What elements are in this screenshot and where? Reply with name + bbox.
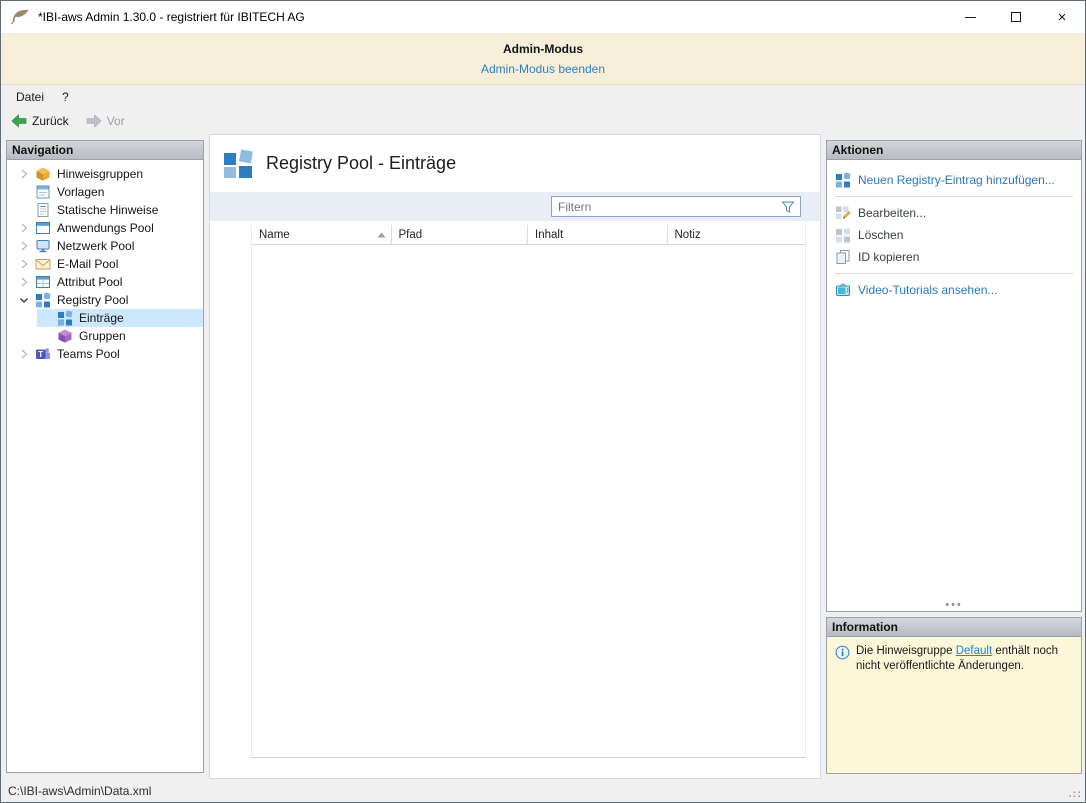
chevron-right-icon[interactable] xyxy=(16,238,32,254)
forward-arrow-icon xyxy=(86,113,102,129)
application-icon xyxy=(35,220,51,236)
status-bar: C:\IBI-aws\Admin\Data.xml .:: xyxy=(1,780,1085,802)
table-body-empty[interactable] xyxy=(252,245,805,757)
information-message: Die Hinweisgruppe Default enthält noch n… xyxy=(827,637,1081,773)
data-file-path: C:\IBI-aws\Admin\Data.xml xyxy=(8,784,151,798)
back-arrow-icon xyxy=(11,113,27,129)
delete-icon xyxy=(835,227,851,243)
information-header: Information xyxy=(827,618,1081,637)
nav-item-netzwerk-pool[interactable]: Netzwerk Pool xyxy=(7,237,203,255)
forward-button[interactable]: Vor xyxy=(81,111,130,131)
nav-item-gruppen[interactable]: Gruppen xyxy=(7,327,203,345)
menu-bar: Datei ? xyxy=(1,85,1085,108)
admin-mode-banner: Admin-Modus Admin-Modus beenden xyxy=(1,33,1085,85)
nav-item-registry-pool[interactable]: Registry Pool xyxy=(7,291,203,309)
sort-ascending-icon xyxy=(377,232,386,238)
column-header-name[interactable]: Name xyxy=(252,225,392,244)
nav-item-statische-hinweise[interactable]: Statische Hinweise xyxy=(7,201,203,219)
content-area: Navigation Hinweisgruppen Vorlagen Stati… xyxy=(1,133,1085,780)
chevron-right-icon[interactable] xyxy=(16,220,32,236)
admin-mode-exit-link[interactable]: Admin-Modus beenden xyxy=(481,62,605,76)
menu-help[interactable]: ? xyxy=(53,87,78,107)
add-registry-entry-icon xyxy=(835,172,851,188)
edit-action[interactable]: Bearbeiten... xyxy=(827,202,1081,224)
email-icon xyxy=(35,256,51,272)
filter-box xyxy=(551,196,801,217)
main-panel: Registry Pool - Einträge Name Pfad xyxy=(209,134,821,779)
svg-text:T: T xyxy=(38,350,43,359)
templates-icon xyxy=(35,184,51,200)
copy-id-action[interactable]: ID kopieren xyxy=(827,246,1081,268)
actions-separator xyxy=(835,273,1073,274)
nav-item-anwendungs-pool[interactable]: Anwendungs Pool xyxy=(7,219,203,237)
chevron-right-icon[interactable] xyxy=(16,256,32,272)
nav-item-teams-pool[interactable]: T Teams Pool xyxy=(7,345,203,363)
hint-groups-icon xyxy=(35,166,51,182)
registry-icon xyxy=(57,310,73,326)
nav-item-vorlagen[interactable]: Vorlagen xyxy=(7,183,203,201)
chevron-right-icon[interactable] xyxy=(16,346,32,362)
edit-pencil-icon xyxy=(835,205,851,221)
minimize-button[interactable] xyxy=(947,1,993,33)
attribute-icon xyxy=(35,274,51,290)
close-button[interactable]: × xyxy=(1039,1,1085,33)
admin-mode-title: Admin-Modus xyxy=(1,42,1085,56)
resize-grip[interactable]: .:: xyxy=(1069,788,1082,800)
default-hint-group-link[interactable]: Default xyxy=(956,645,992,657)
actions-separator xyxy=(835,196,1073,197)
teams-icon: T xyxy=(35,346,51,362)
table-header-row: Name Pfad Inhalt Notiz xyxy=(252,225,805,245)
panel-splitter-handle[interactable]: ••• xyxy=(827,600,1081,610)
back-button[interactable]: Zurück xyxy=(6,111,74,131)
page-title: Registry Pool - Einträge xyxy=(266,153,456,174)
navigation-panel: Navigation Hinweisgruppen Vorlagen Stati… xyxy=(6,140,204,773)
column-header-pfad[interactable]: Pfad xyxy=(392,225,529,244)
navigation-header: Navigation xyxy=(7,141,203,160)
page-title-row: Registry Pool - Einträge xyxy=(210,135,820,192)
nav-toolbar: Zurück Vor xyxy=(1,108,1085,133)
static-hints-icon xyxy=(35,202,51,218)
copy-icon xyxy=(835,249,851,265)
information-panel: Information Die Hinweisgruppe Default en… xyxy=(826,617,1082,774)
groups-icon xyxy=(57,328,73,344)
filter-input[interactable] xyxy=(552,200,778,214)
filter-band xyxy=(210,192,820,221)
action-list: Neuen Registry-Eintrag hinzufügen... Bea… xyxy=(827,160,1081,301)
delete-action[interactable]: Löschen xyxy=(827,224,1081,246)
registry-icon xyxy=(35,292,51,308)
chevron-right-icon[interactable] xyxy=(16,166,32,182)
tv-icon xyxy=(835,282,851,298)
network-icon xyxy=(35,238,51,254)
nav-item-attribut-pool[interactable]: Attribut Pool xyxy=(7,273,203,291)
registry-icon-large xyxy=(223,149,254,179)
info-icon xyxy=(835,645,850,660)
maximize-button[interactable] xyxy=(993,1,1039,33)
nav-item-email-pool[interactable]: E-Mail Pool xyxy=(7,255,203,273)
actions-panel: Aktionen Neuen Registry-Eintrag hinzufüg… xyxy=(826,140,1082,612)
column-header-inhalt[interactable]: Inhalt xyxy=(528,225,667,244)
filter-funnel-icon[interactable] xyxy=(778,200,798,214)
nav-item-eintraege[interactable]: Einträge xyxy=(7,309,203,327)
registry-entries-table: Name Pfad Inhalt Notiz xyxy=(251,225,806,758)
column-header-notiz[interactable]: Notiz xyxy=(668,225,806,244)
app-window: *IBI-aws Admin 1.30.0 - registriert für … xyxy=(0,0,1086,803)
actions-header: Aktionen xyxy=(827,141,1081,160)
video-tutorials-action[interactable]: Video-Tutorials ansehen... xyxy=(827,279,1081,301)
navigation-tree: Hinweisgruppen Vorlagen Statische Hinwei… xyxy=(7,160,203,363)
window-title: *IBI-aws Admin 1.30.0 - registriert für … xyxy=(38,10,947,24)
title-bar: *IBI-aws Admin 1.30.0 - registriert für … xyxy=(1,1,1085,33)
menu-datei[interactable]: Datei xyxy=(7,87,53,107)
app-quill-icon xyxy=(10,9,30,25)
chevron-down-icon[interactable] xyxy=(16,292,32,308)
chevron-right-icon[interactable] xyxy=(16,274,32,290)
add-registry-entry-action[interactable]: Neuen Registry-Eintrag hinzufügen... xyxy=(827,169,1081,191)
nav-item-hinweisgruppen[interactable]: Hinweisgruppen xyxy=(7,165,203,183)
